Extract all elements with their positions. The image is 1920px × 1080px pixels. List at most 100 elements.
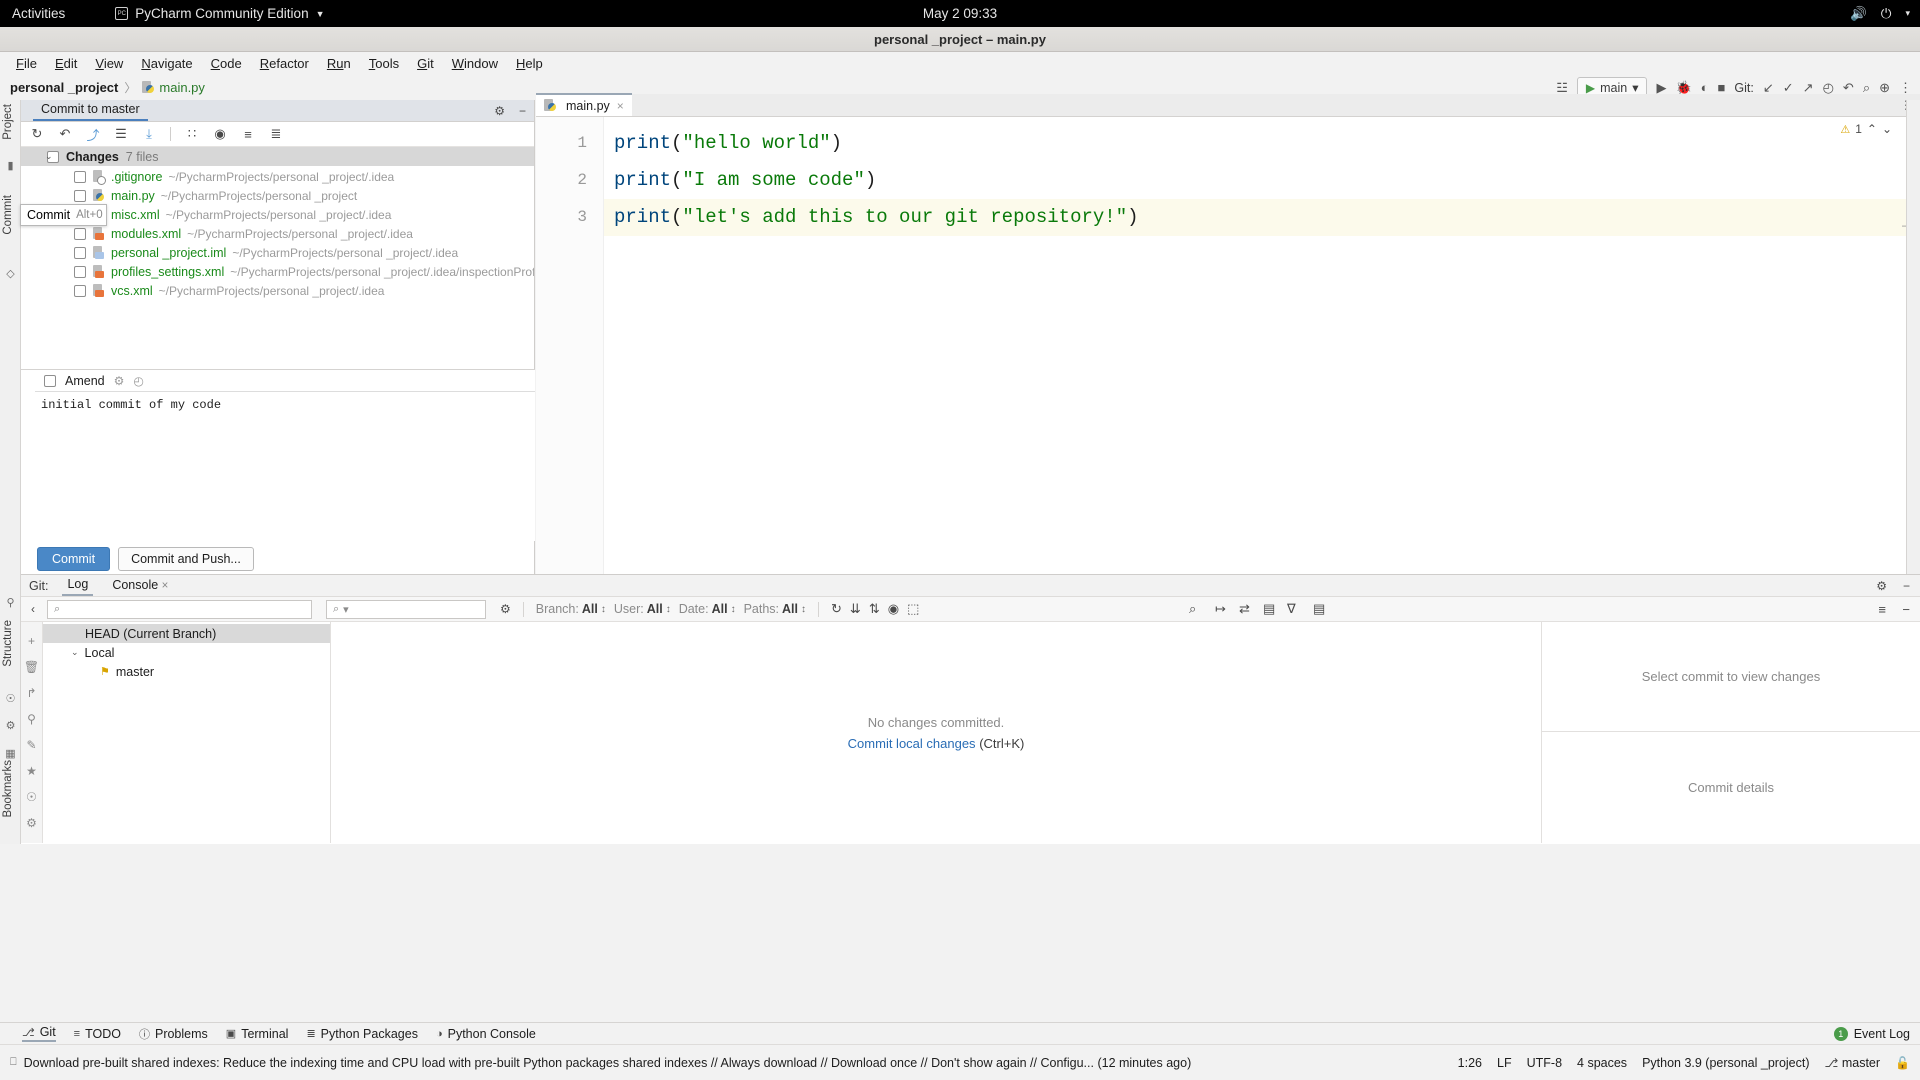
add-icon[interactable]: + [21,628,42,654]
chevron-down-icon[interactable]: ⌄ [1882,122,1892,136]
file-checkbox[interactable] [74,246,86,259]
chevron-down-icon[interactable]: ▾ [343,603,349,616]
commit-search-input[interactable]: ⌕ ▾ [326,599,486,619]
go-to-hash-icon[interactable]: ↦ [1215,601,1226,617]
sidebar-item-structure[interactable]: Structure [2,620,14,667]
tab-terminal[interactable]: ▣ Terminal [226,1027,289,1041]
gear-icon[interactable]: ⚙ [114,374,125,388]
menu-file[interactable]: File [8,54,45,73]
event-log-button[interactable]: 1 Event Log [1833,1026,1910,1041]
refresh-icon[interactable]: ↻ [30,126,44,142]
list-item[interactable]: .gitignore ~/PycharmProjects/personal _p… [21,167,534,186]
list-item[interactable]: vcs.xml ~/PycharmProjects/personal _proj… [21,281,534,300]
tab-commit-to-master[interactable]: Commit to master [33,100,148,121]
menu-edit[interactable]: Edit [47,54,85,73]
commit-local-changes-link[interactable]: Commit local changes (Ctrl+K) [848,736,1025,751]
expand-icon[interactable]: ≡ [1878,602,1886,617]
breadcrumb-project[interactable]: personal _project [10,80,118,95]
activities-button[interactable]: Activities [12,6,65,21]
branch-master-row[interactable]: ⚑ master [43,662,330,681]
filter-date[interactable]: Date: All ↕ [679,602,736,616]
magnifier-icon[interactable]: ⚲ [21,706,42,732]
lock-icon[interactable]: 🔓 [1895,1056,1910,1070]
gear-icon[interactable]: ⚙ [494,104,505,118]
commit-button[interactable]: Commit [37,547,111,571]
filter-user[interactable]: User: All ↕ [614,602,671,616]
tab-problems[interactable]: ⓘ Problems [139,1026,208,1042]
tab-console[interactable]: Console × [107,576,173,595]
tab-todo[interactable]: ≡ TODO [74,1027,121,1041]
eye-icon[interactable]: ◉ [888,601,899,617]
breadcrumb-file[interactable]: main.py [159,80,205,95]
columns-icon[interactable]: ▤ [1263,601,1275,617]
tab-main-py[interactable]: main.py × [536,93,632,116]
folder-icon[interactable]: ▮ [4,160,17,173]
branch-group-local[interactable]: ⌄ Local [43,643,330,662]
sort-icon[interactable]: ⇅ [869,601,880,617]
rollback-icon[interactable]: ↶ [58,126,72,142]
chevron-up-icon[interactable]: ⌃ [1867,122,1877,136]
gear-icon[interactable]: ⚙ [500,602,511,616]
indent-setting[interactable]: 4 spaces [1577,1056,1627,1070]
minimize-icon[interactable]: − [519,104,526,118]
columns-settings-icon[interactable]: ▤ [1313,601,1325,617]
compare-icon[interactable]: ⇄ [1239,601,1250,617]
edit-icon[interactable]: ✎ [21,732,42,758]
power-icon[interactable]: ⏻ [1881,6,1892,22]
commit-diamond-icon[interactable]: ◇ [4,268,17,281]
menu-view[interactable]: View [87,54,131,73]
menu-run[interactable]: Run [319,54,359,73]
status-message[interactable]: ⎕ Download pre-built shared indexes: Red… [0,1056,1191,1070]
download-icon[interactable]: ⤓ [142,126,156,142]
commit-and-push-button[interactable]: Commit and Push... [118,547,254,571]
system-clock[interactable]: May 2 09:33 [923,6,997,21]
minimize-icon[interactable]: − [1903,579,1910,593]
menu-navigate[interactable]: Navigate [133,54,200,73]
code-line[interactable]: print("hello world") [604,125,1920,162]
branch-filter-input[interactable]: ⌕ [47,599,312,619]
line-separator[interactable]: LF [1497,1056,1512,1070]
code-line[interactable]: print("I am some code") [604,162,1920,199]
branch-head-row[interactable]: HEAD (Current Branch) [43,624,330,643]
menu-refactor[interactable]: Refactor [252,54,317,73]
file-checkbox[interactable] [74,265,86,278]
history-icon[interactable]: ◴ [133,374,143,388]
sidebar-item-commit[interactable]: Commit [2,195,14,235]
delete-icon[interactable]: 🗑 [21,654,42,680]
collapse-branches-icon[interactable]: ‹ [27,602,39,616]
shelf-icon[interactable]: ☉ [4,693,17,706]
sidebar-item-project[interactable]: Project [2,104,14,140]
file-checkbox[interactable] [74,284,86,297]
gear-icon[interactable]: ⚙ [4,720,17,733]
highlight-icon[interactable]: ⬚ [907,601,919,617]
code-editor[interactable]: print("hello world") print("I am some co… [604,117,1920,574]
list-item[interactable]: main.py ~/PycharmProjects/personal _proj… [21,186,534,205]
amend-checkbox[interactable] [44,374,56,387]
list-item[interactable]: profiles_settings.xml ~/PycharmProjects/… [21,262,534,281]
menu-tools[interactable]: Tools [361,54,407,73]
search-icon[interactable]: ⌕ [1189,601,1196,617]
checkout-icon[interactable]: ↱ [21,680,42,706]
filter-paths[interactable]: Paths: All ↕ [744,602,806,616]
tab-python-packages[interactable]: ≣ Python Packages [306,1027,418,1041]
filter-branch[interactable]: Branch: All ↕ [536,602,606,616]
refresh-icon[interactable]: ↻ [831,601,842,617]
caret-position[interactable]: 1:26 [1458,1056,1482,1070]
tab-log[interactable]: Log [62,575,94,596]
tray-chevron-down-icon[interactable]: ▾ [1905,8,1910,19]
menu-git[interactable]: Git [409,54,442,73]
file-checkbox[interactable] [74,227,86,240]
close-icon[interactable]: × [617,99,624,113]
chevron-down-icon[interactable]: ⌄ [45,151,53,162]
shelve-icon[interactable]: ⤴ [86,125,100,144]
close-icon[interactable]: × [162,580,169,592]
magnifier-icon[interactable]: ⚲ [4,597,17,610]
git-branch-widget[interactable]: ⎇ master [1825,1056,1881,1070]
settings-icon[interactable]: ⚙ [21,810,42,836]
sidebar-item-bookmarks[interactable]: Bookmarks [2,760,14,818]
file-encoding[interactable]: UTF-8 [1527,1056,1562,1070]
tab-git[interactable]: ⎇ Git [22,1025,56,1042]
fetch-icon[interactable]: ⇊ [850,601,861,617]
commit-message-input[interactable]: initial commit of my code [35,391,535,541]
file-checkbox[interactable] [74,189,86,202]
